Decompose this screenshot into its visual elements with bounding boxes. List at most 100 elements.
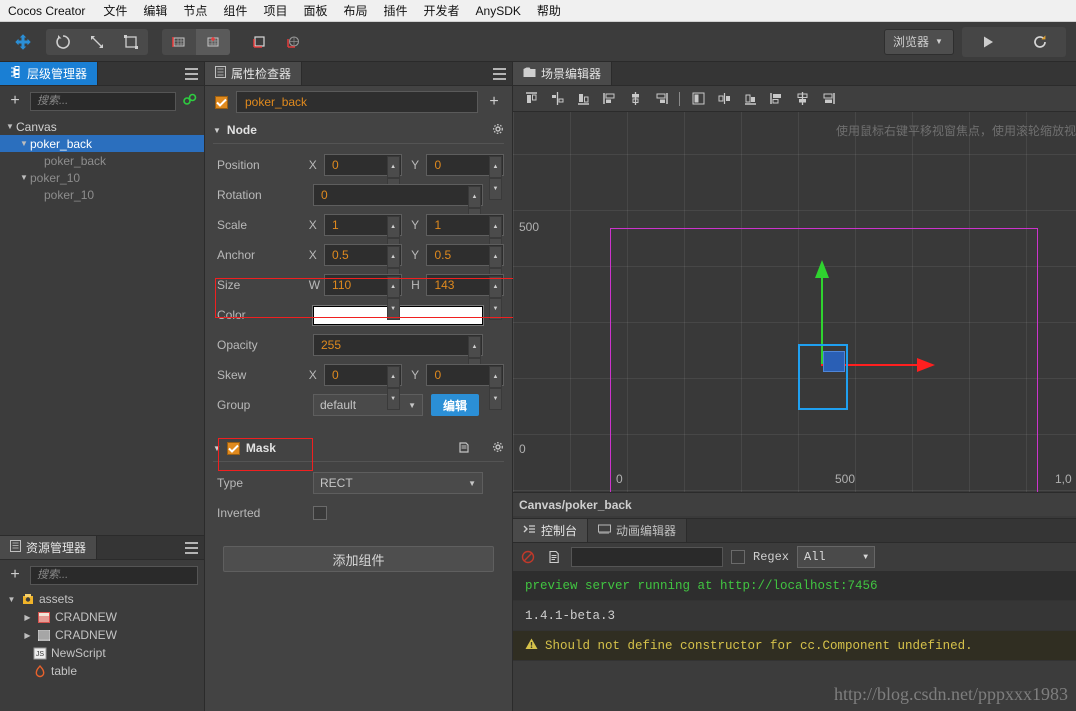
tab-hierarchy[interactable]: 层级管理器 [0, 62, 98, 85]
tree-expand-arrow[interactable]: ▼ [4, 122, 16, 131]
size-height-input[interactable]: 143▲▼ [426, 274, 504, 296]
clear-console-icon[interactable] [519, 548, 537, 566]
tree-expand-arrow[interactable]: ▶ [22, 613, 33, 622]
group-dropdown[interactable]: default ▼ [313, 394, 423, 416]
tree-expand-arrow[interactable]: ▶ [22, 631, 33, 640]
stepper-skew-y[interactable]: ▲▼ [489, 366, 502, 384]
collapse-triangle-icon[interactable]: ▼ [213, 444, 221, 453]
copy-log-icon[interactable] [545, 548, 563, 566]
group-edit-button[interactable]: 编辑 [431, 394, 479, 416]
tree-item-poker-10[interactable]: ▼ poker_10 [0, 169, 204, 186]
menu-item-plugin[interactable]: 插件 [375, 0, 415, 21]
collapse-triangle-icon[interactable]: ▼ [213, 126, 221, 135]
node-sprite-rect[interactable] [823, 351, 845, 372]
gizmo-local-toggle-button[interactable] [242, 29, 276, 55]
add-node-button[interactable]: + [6, 93, 24, 109]
menu-item-layout[interactable]: 布局 [335, 0, 375, 21]
menu-item-panel[interactable]: 面板 [295, 0, 335, 21]
move-tool-button[interactable] [6, 29, 40, 55]
log-level-dropdown[interactable]: All ▼ [797, 546, 875, 568]
stepper-scale-y[interactable]: ▲▼ [489, 216, 502, 234]
mask-inverted-checkbox[interactable] [313, 506, 327, 520]
tree-item-canvas[interactable]: ▼ Canvas [0, 118, 204, 135]
preview-target-dropdown[interactable]: 浏览器 ▼ [884, 29, 954, 55]
console-filter-input[interactable] [571, 547, 723, 567]
stepper-size-height[interactable]: ▲▼ [489, 276, 502, 294]
assets-search-input[interactable]: 搜索... [30, 566, 198, 585]
menu-item-project[interactable]: 项目 [255, 0, 295, 21]
asset-item-cradnew-texture[interactable]: ▶ CRADNEW [0, 626, 204, 644]
tab-assets[interactable]: 资源管理器 [0, 536, 97, 559]
pivot-toggle-button[interactable] [196, 29, 230, 55]
menu-item-anysdk[interactable]: AnySDK [468, 2, 529, 20]
tree-expand-arrow[interactable]: ▼ [18, 139, 30, 148]
tab-scene-editor[interactable]: 场景编辑器 [513, 62, 612, 85]
log-entry[interactable]: preview server running at http://localho… [513, 571, 1076, 601]
align-bottom-icon[interactable] [571, 88, 595, 110]
scale-y-input[interactable]: 1▲▼ [426, 214, 504, 236]
stepper-position-y[interactable]: ▲▼ [489, 156, 502, 174]
tab-animation-editor[interactable]: 动画编辑器 [588, 519, 687, 542]
assets-menu-button[interactable] [182, 536, 204, 559]
menu-item-component[interactable]: 组件 [215, 0, 255, 21]
align-vertical-center-icon[interactable] [545, 88, 569, 110]
tree-item-poker-10-child[interactable]: poker_10 [0, 186, 204, 203]
distribute-bottom-icon[interactable] [738, 88, 762, 110]
tree-expand-arrow[interactable]: ▼ [18, 173, 30, 182]
node-name-input[interactable]: poker_back [236, 91, 478, 113]
gear-icon[interactable] [492, 441, 504, 456]
asset-item-newscript[interactable]: JS NewScript [0, 644, 204, 662]
tree-expand-arrow[interactable]: ▼ [6, 595, 17, 604]
grid-toggle-button[interactable] [162, 29, 196, 55]
node-enabled-checkbox[interactable] [215, 96, 228, 109]
gizmo-global-toggle-button[interactable] [276, 29, 310, 55]
menu-item-developer[interactable]: 开发者 [416, 0, 468, 21]
hierarchy-menu-button[interactable] [182, 62, 204, 85]
stepper-anchor-y[interactable]: ▲▼ [489, 246, 502, 264]
distribute-right-icon[interactable] [816, 88, 840, 110]
menu-item-file[interactable]: 文件 [95, 0, 135, 21]
tree-item-poker-back[interactable]: ▼ poker_back [0, 135, 204, 152]
gear-icon[interactable] [492, 123, 504, 138]
tab-console[interactable]: 控制台 [513, 519, 588, 542]
tree-item-poker-back-child[interactable]: poker_back [0, 152, 204, 169]
distribute-horizontal-icon[interactable] [790, 88, 814, 110]
add-asset-button[interactable]: + [6, 567, 24, 583]
stepper-rotation[interactable]: ▲▼ [468, 186, 481, 204]
position-x-input[interactable]: 0▲▼ [324, 154, 402, 176]
menu-item-help[interactable]: 帮助 [529, 0, 569, 21]
stepper-opacity[interactable]: ▲▼ [468, 336, 481, 354]
distribute-left-icon[interactable] [764, 88, 788, 110]
align-left-icon[interactable] [597, 88, 621, 110]
rotation-input[interactable]: 0▲▼ [313, 184, 483, 206]
position-y-input[interactable]: 0▲▼ [426, 154, 504, 176]
link-sync-icon[interactable] [182, 92, 198, 111]
add-node-property-button[interactable]: + [486, 93, 502, 111]
scale-tool-button[interactable] [80, 29, 114, 55]
skew-x-input[interactable]: 0▲▼ [324, 364, 402, 386]
anchor-x-input[interactable]: 0.5▲▼ [324, 244, 402, 266]
stepper-skew-x[interactable]: ▲▼ [387, 366, 400, 384]
asset-item-cradnew-atlas[interactable]: ▶ CRADNEW [0, 608, 204, 626]
add-component-button[interactable]: 添加组件 [223, 546, 494, 572]
scene-viewport[interactable]: 使用鼠标右键平移视窗焦点，使用滚轮缩放视 500 0 0 500 1,0 [513, 112, 1076, 492]
menu-item-node[interactable]: 节点 [175, 0, 215, 21]
tab-inspector[interactable]: 属性检查器 [205, 62, 302, 85]
regex-checkbox[interactable] [731, 550, 745, 564]
stepper-size-width[interactable]: ▲▼ [387, 276, 400, 294]
stepper-position-x[interactable]: ▲▼ [387, 156, 400, 174]
stepper-scale-x[interactable]: ▲▼ [387, 216, 400, 234]
opacity-input[interactable]: 255▲▼ [313, 334, 483, 356]
help-doc-icon[interactable] [458, 441, 470, 456]
inspector-menu-button[interactable] [490, 62, 512, 85]
distribute-vertical-icon[interactable] [712, 88, 736, 110]
mask-enabled-checkbox[interactable] [227, 442, 240, 455]
log-entry[interactable]: Should not define constructor for cc.Com… [513, 631, 1076, 661]
anchor-y-input[interactable]: 0.5▲▼ [426, 244, 504, 266]
stepper-anchor-x[interactable]: ▲▼ [387, 246, 400, 264]
asset-item-assets[interactable]: ▼ assets [0, 590, 204, 608]
skew-y-input[interactable]: 0▲▼ [426, 364, 504, 386]
align-horizontal-center-icon[interactable] [623, 88, 647, 110]
hierarchy-search-input[interactable]: 搜索... [30, 92, 176, 111]
play-button[interactable] [962, 27, 1014, 57]
